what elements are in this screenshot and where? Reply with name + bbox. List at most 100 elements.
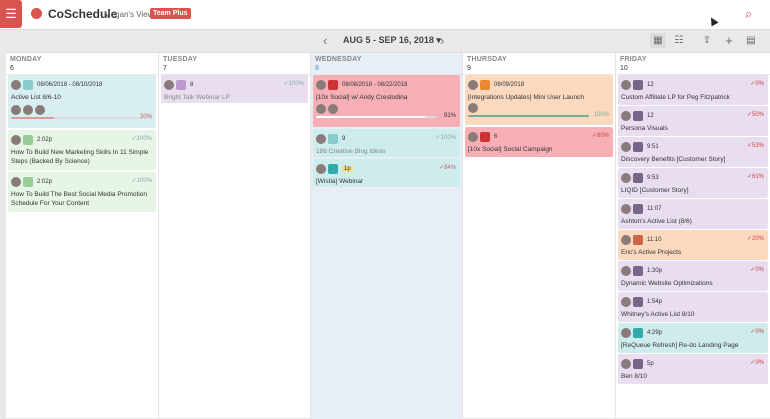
card-meta: 8: [190, 81, 194, 88]
card-title: Active List 8/6-10: [11, 94, 61, 101]
tag-icon: [176, 79, 186, 90]
avatar: [35, 104, 45, 115]
avatar: [316, 103, 326, 114]
calendar-card[interactable]: 2:02p ✓100% How To Build New Marketing S…: [8, 130, 156, 170]
mouse-cursor-icon: [707, 15, 719, 27]
calendar-view-icon[interactable]: ▦: [650, 33, 666, 48]
calendar-card[interactable]: 1:54p Whitney's Active List 8/10: [618, 292, 768, 322]
card-meta: 6: [494, 133, 498, 140]
card-title: Eric's Active Projects: [621, 249, 682, 256]
calendar-toolbar: ‹ AUG 5 - SEP 16, 2018 ▾ › ▦ ☷ ⇪ + ▤: [0, 30, 770, 52]
calendar-card[interactable]: 6 ✓80% [10x Social] Social Campaign: [465, 127, 613, 157]
thursday-column: THURSDAY 9 08/09/2018 [Integrations Upda…: [463, 53, 616, 419]
card-title: Bright Talk Webinar LP: [164, 94, 230, 101]
card-progress: ✓80%: [591, 133, 609, 139]
day-number: 8: [311, 63, 462, 75]
avatar: [621, 358, 631, 369]
date-range[interactable]: AUG 5 - SEP 16, 2018 ▾: [343, 35, 441, 46]
next-button[interactable]: ›: [440, 33, 444, 48]
calendar-card[interactable]: 8 ✓100% Bright Talk Webinar LP: [161, 75, 308, 103]
share-icon[interactable]: ⇪: [699, 33, 715, 48]
calendar-card[interactable]: 2:02p ✓100% How To Build The Best Social…: [8, 172, 156, 212]
card-meta: 1p: [342, 165, 353, 172]
calendar-card[interactable]: 12 ✓0% Custom Affiliate LP for Peg Fitzpat…: [618, 75, 768, 105]
card-meta: 12: [647, 112, 654, 119]
card-progress: 91%: [443, 113, 456, 119]
notes-icon[interactable]: ▤: [743, 33, 759, 48]
card-title: 186 Creative Blog Ideas: [316, 148, 386, 155]
card-meta: 2:02p: [37, 136, 53, 143]
card-progress: ✓100%: [435, 135, 456, 141]
tag-icon: [633, 358, 643, 369]
card-meta: 11:10: [647, 236, 662, 243]
calendar-card[interactable]: 1p ✓84% [Wistia] Webinar: [313, 159, 460, 187]
day-number: 9: [463, 63, 615, 75]
card-meta: 5p: [647, 360, 654, 367]
tag-icon: [633, 110, 643, 121]
calendar-card[interactable]: 9:51 ✓53% Discovery Benefits [Customer Sto…: [618, 137, 768, 167]
avatar: [621, 265, 631, 276]
avatar: [11, 79, 21, 90]
card-progress: ✓100%: [131, 136, 152, 142]
card-title: [10x Social] Social Campaign: [468, 146, 553, 153]
card-title: [Integrations Updates] Mini User Launch: [468, 94, 584, 101]
card-title: LIQID [Customer Story]: [621, 187, 689, 194]
calendar-card[interactable]: 5p ✓0% Ben 8/10: [618, 354, 768, 384]
calendar-card[interactable]: 9 ✓100% 186 Creative Blog Ideas: [313, 129, 460, 157]
day-number: 10: [616, 63, 770, 75]
menu-icon[interactable]: ☰: [0, 0, 22, 28]
calendar-card[interactable]: 08/09/2018 [Integrations Updates] Mini U…: [465, 75, 613, 125]
view-name[interactable]: Megan's View: [104, 10, 153, 19]
day-name: MONDAY: [10, 56, 42, 63]
card-title: Ben 8/10: [621, 373, 648, 380]
avatar: [621, 110, 631, 121]
card-title: Custom Affiliate LP for Peg Fitzpatrick: [621, 94, 730, 101]
calendar-card[interactable]: 08/08/2018 - 08/22/2018 [10x Social] w/ …: [313, 75, 460, 127]
top-bar: ☰ CoSchedule Megan's View Team Plus ⌕: [0, 0, 770, 30]
tuesday-column: TUESDAY 7 8 ✓100% Bright Talk Webinar LP: [159, 53, 311, 419]
tag-icon: [633, 265, 643, 276]
tag-icon: [480, 131, 490, 142]
avatar: [621, 234, 631, 245]
tag-icon: [633, 141, 643, 152]
card-meta: 1:30p: [647, 267, 663, 274]
calendar-card[interactable]: 4:29p ✓0% [ReQueue Refresh] Re-do Landing …: [618, 323, 768, 353]
calendar-grid: MONDAY 6 08/06/2018 - 08/10/2018 Active …: [6, 52, 770, 419]
tag-icon: [480, 79, 490, 90]
avatar: [164, 79, 174, 90]
card-title: Discovery Benefits [Customer Story]: [621, 156, 726, 163]
card-title: Whitney's Active List 8/10: [621, 311, 695, 318]
logo-icon: [31, 8, 42, 19]
card-meta: 08/06/2018 - 08/10/2018: [37, 81, 103, 88]
list-view-icon[interactable]: ☷: [671, 33, 687, 48]
date-range-label: AUG 5 - SEP 16, 2018: [343, 35, 434, 45]
friday-column: FRIDAY 10 12 ✓0% Custom Affiliate LP for P…: [616, 53, 770, 419]
avatar: [621, 296, 631, 307]
card-progress: ✓0%: [750, 267, 764, 273]
calendar-card[interactable]: 08/06/2018 - 08/10/2018 Active List 8/6-…: [8, 75, 156, 128]
card-meta: 9:51: [647, 143, 659, 150]
card-title: How To Build The Best Social Media Promo…: [11, 191, 147, 207]
tag-icon: [23, 79, 33, 90]
prev-button[interactable]: ‹: [323, 33, 327, 48]
avatar: [11, 134, 21, 145]
avatar: [468, 131, 478, 142]
card-meta: 08/08/2018 - 08/22/2018: [342, 81, 408, 88]
calendar-card[interactable]: 9:53 ✓61% LIQID [Customer Story]: [618, 168, 768, 198]
card-progress: ✓0%: [750, 360, 764, 366]
calendar-card[interactable]: 11:10 ✓20% Eric's Active Projects: [618, 230, 768, 260]
card-progress: ✓0%: [750, 81, 764, 87]
calendar-card[interactable]: 11:07 Ashton's Active List (8/6): [618, 199, 768, 229]
tag-icon: [328, 163, 338, 174]
card-title: [ReQueue Refresh] Re-do Landing Page: [621, 342, 739, 349]
calendar-card[interactable]: 1:30p ✓0% Dynamic Website Optimizations: [618, 261, 768, 291]
search-icon[interactable]: ⌕: [745, 6, 752, 22]
avatar: [621, 141, 631, 152]
card-title: [10x Social] w/ Andy Crestodina: [316, 94, 408, 101]
add-icon[interactable]: +: [721, 33, 737, 48]
day-name: WEDNESDAY: [315, 56, 362, 63]
card-meta: 2:02p: [37, 178, 53, 185]
avatar: [468, 102, 478, 113]
avatar: [328, 103, 338, 114]
calendar-card[interactable]: 12 ✓50% Persona Visuals: [618, 106, 768, 136]
